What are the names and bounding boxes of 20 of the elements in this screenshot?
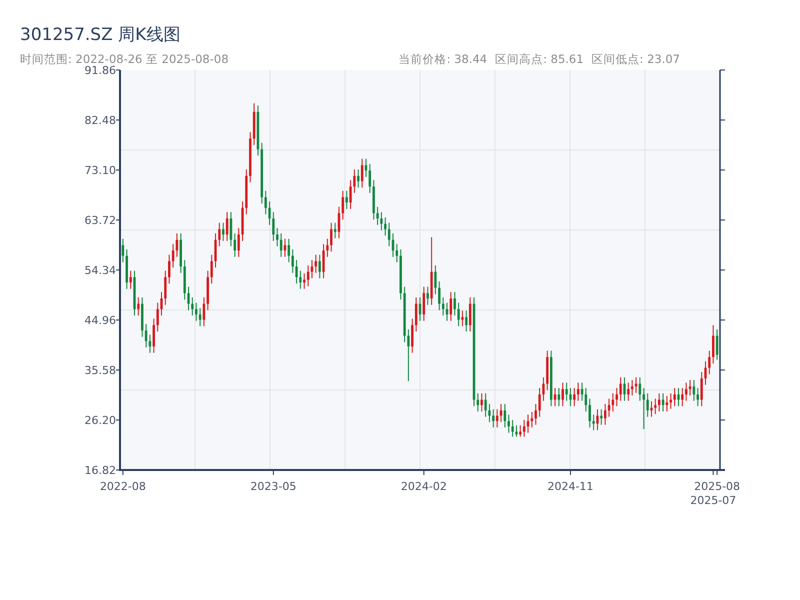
x-axis-label: 2022-08 [100,480,146,493]
x-axis-label: 2025-07 [690,494,736,507]
y-axis-label: 63.72 [84,214,116,227]
x-axis-label: 2024-11 [547,480,594,493]
chart-title: 301257.SZ 周K线图 [19,24,182,46]
y-axis-label: 73.10 [84,164,116,177]
x-axis-label: 2025-08 [694,480,740,493]
y-axis-label: 44.96 [84,314,116,327]
date-range-text: 时间范围: 2022-08-26 至 2025-08-08 [20,52,229,66]
y-axis-label: 26.20 [84,414,116,427]
y-axis-label: 91.86 [84,64,116,77]
x-axis-label: 2023-05 [250,480,296,493]
y-axis-label: 82.48 [84,114,116,127]
y-axis-label: 16.82 [84,464,116,477]
stat-text: 当前价格: 38.44 [398,52,488,66]
y-axis-label: 54.34 [84,264,116,277]
stat-text: 区间低点: 23.07 [592,52,680,66]
x-axis-label: 2024-02 [400,480,447,493]
y-axis-label: 35.58 [84,364,116,377]
stat-text: 区间高点: 85.61 [495,52,584,66]
